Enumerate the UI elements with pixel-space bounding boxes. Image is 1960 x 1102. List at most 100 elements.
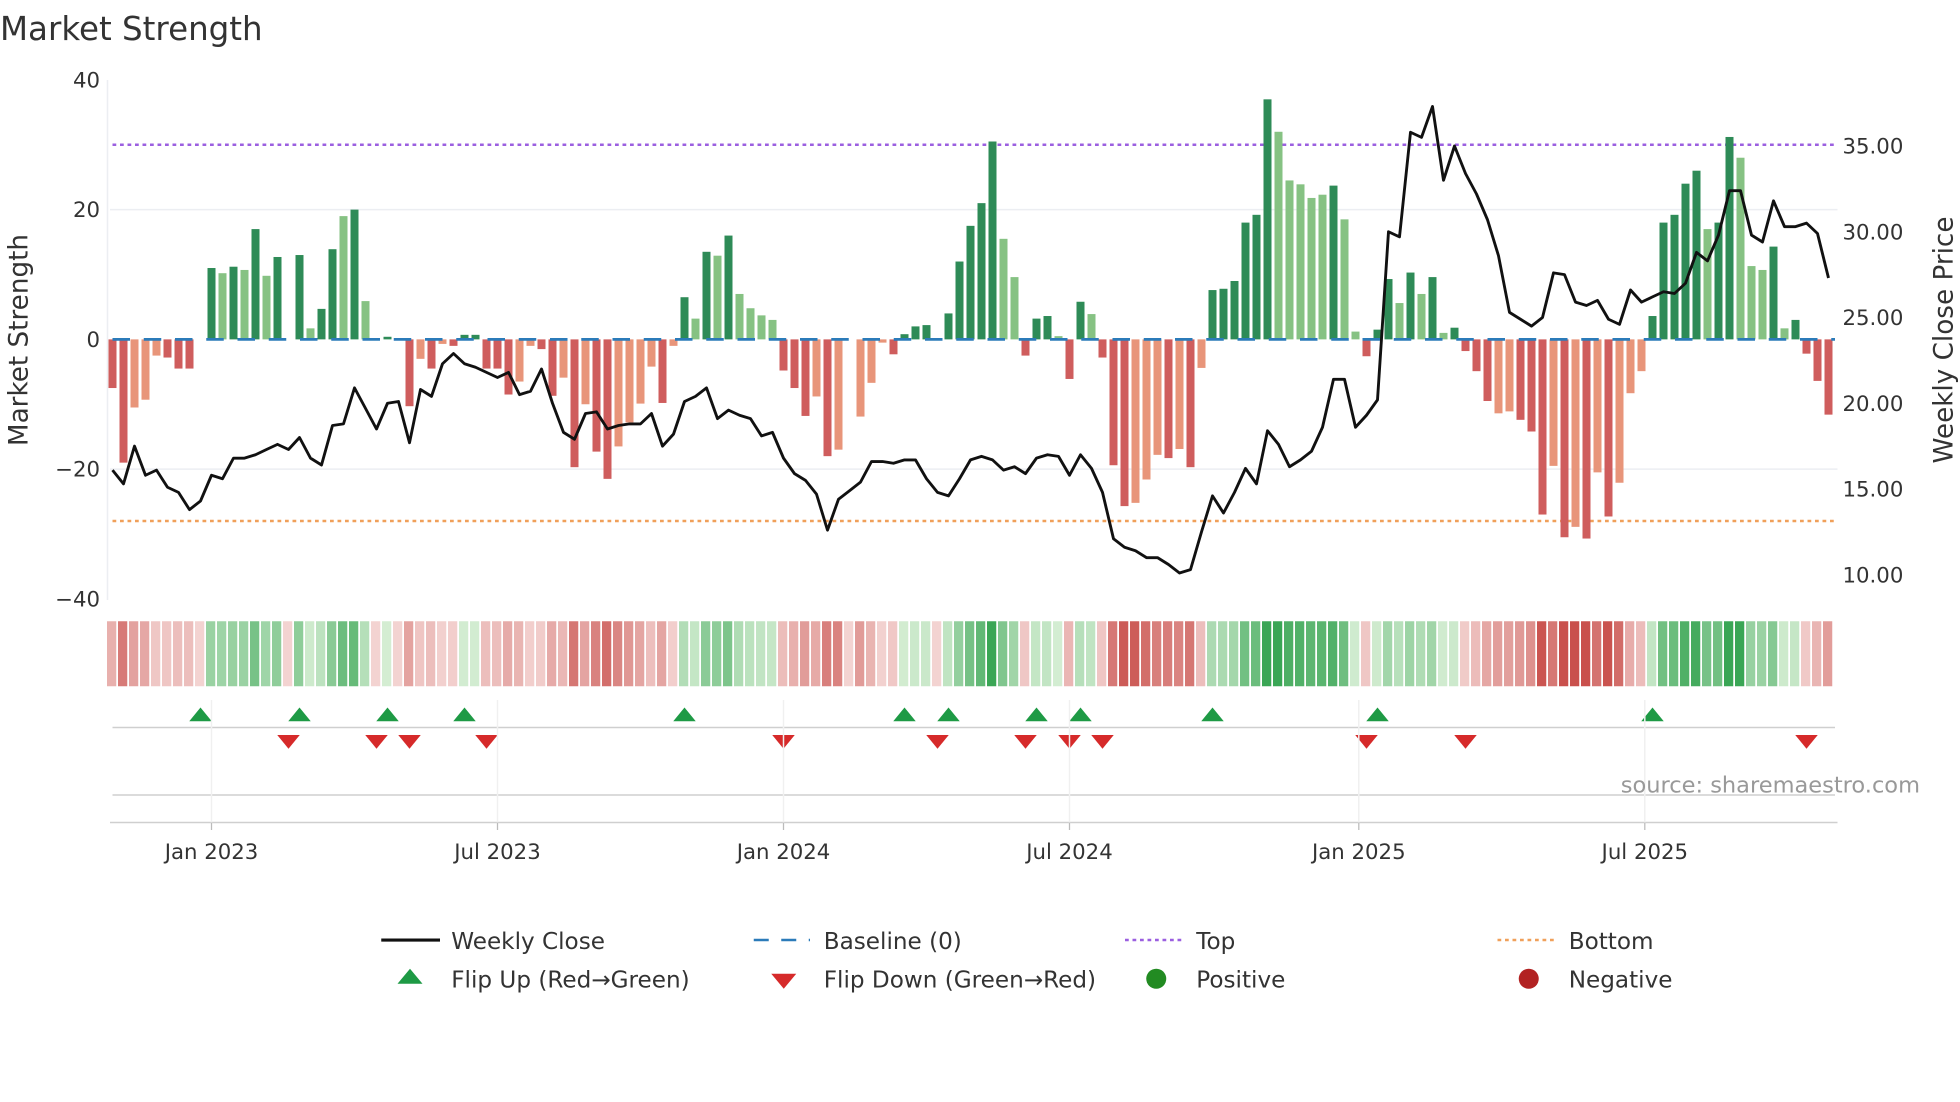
strength-bar — [251, 229, 260, 340]
strength-bar — [911, 326, 920, 340]
strength-bar — [922, 325, 931, 340]
heatmap-cell — [1691, 621, 1701, 687]
heatmap-cell — [624, 621, 634, 687]
x-axis: Jan 2023 Jul 2023 Jan 2024 Jul 2024 Jan 2025… — [110, 700, 1838, 865]
heatmap-cell — [151, 621, 161, 687]
heatmap-cell — [1086, 621, 1096, 687]
strength-bar — [988, 141, 997, 340]
heatmap-cell — [1592, 621, 1602, 687]
heatmap-cell — [1702, 621, 1712, 687]
strength-bar — [515, 339, 524, 382]
heatmap-cell — [866, 621, 876, 687]
heatmap-cell — [349, 621, 359, 687]
strength-bar — [141, 339, 150, 400]
strength-bar — [1538, 339, 1547, 515]
heatmap-cell — [1031, 621, 1041, 687]
heatmap-cell — [1603, 621, 1613, 687]
strength-bar — [1241, 222, 1250, 340]
flip-down-marker — [398, 735, 421, 749]
y2-tick-label: 20.00 — [1843, 392, 1904, 417]
strength-bar — [1626, 339, 1635, 394]
heatmap-cell — [657, 621, 667, 687]
strength-bar — [1582, 339, 1591, 539]
strength-bar — [1571, 339, 1580, 527]
strength-bar — [867, 339, 876, 383]
heatmap-cell — [1559, 621, 1569, 687]
heatmap-cell — [1361, 621, 1371, 687]
heatmap-cell — [646, 621, 656, 687]
heatmap-cell — [1097, 621, 1107, 687]
heatmap-cell — [965, 621, 975, 687]
strength-bar — [1186, 339, 1195, 468]
strength-bar — [416, 339, 425, 359]
flip-down-marker — [365, 735, 388, 749]
strength-bar — [1406, 272, 1415, 340]
heatmap-cell — [239, 621, 249, 687]
heatmap-cell — [1174, 621, 1184, 687]
strength-bar — [361, 301, 370, 340]
strength-bar — [1065, 339, 1074, 379]
legend-weekly-close-label: Weekly Close — [451, 929, 605, 955]
strength-bar — [779, 339, 788, 371]
heatmap-cell — [767, 621, 777, 687]
strength-bar — [1824, 339, 1833, 415]
strength-bar — [966, 225, 975, 340]
strength-bar — [1307, 197, 1316, 340]
strength-bar — [339, 216, 348, 340]
flip-down-marker — [926, 735, 949, 749]
strength-bar — [328, 249, 337, 340]
flip-up-marker — [893, 707, 916, 722]
strength-bar — [647, 339, 656, 367]
flip-up-marker — [1025, 707, 1048, 722]
heatmap-cell — [437, 621, 447, 687]
strength-bar — [240, 269, 249, 340]
strength-bar — [185, 339, 194, 369]
heatmap-cell — [217, 621, 227, 687]
x-tick-label: Jul 2025 — [1600, 840, 1688, 865]
strength-bar — [1197, 339, 1206, 368]
strength-bar — [1472, 339, 1481, 372]
heatmap-cell — [1746, 621, 1756, 687]
strength-bar — [1131, 339, 1140, 503]
strength-bar — [1043, 316, 1052, 340]
heatmap-cell — [305, 621, 315, 687]
legend-bottom-label: Bottom — [1569, 929, 1654, 955]
heatmap-cell — [1812, 621, 1822, 687]
heatmap-cell — [536, 621, 546, 687]
flip-up-marker — [288, 707, 311, 722]
strength-bar — [1813, 339, 1822, 381]
flip-up-marker — [376, 707, 399, 722]
heatmap-cell — [107, 621, 117, 687]
source-credit: source: sharemaestro.com — [1621, 773, 1920, 799]
heatmap-cell — [789, 621, 799, 687]
y-tick-label: −20 — [55, 458, 100, 483]
heatmap-cell — [1471, 621, 1481, 687]
strength-bar — [482, 339, 491, 369]
flip-down-marker — [1454, 735, 1477, 749]
strength-bar — [1758, 269, 1767, 340]
strength-bars — [108, 99, 1833, 539]
strength-bar — [823, 339, 832, 457]
heatmap-cell — [1141, 621, 1151, 687]
strength-bar — [603, 339, 612, 479]
strength-bar — [1219, 288, 1228, 340]
strength-bar — [812, 339, 821, 397]
strength-bar — [790, 339, 799, 389]
strength-bar — [1395, 303, 1404, 340]
heatmap-cell — [470, 621, 480, 687]
heatmap-cell — [910, 621, 920, 687]
heatmap-cell — [811, 621, 821, 687]
flip-down-marker — [1091, 735, 1114, 749]
legend-baseline-label: Baseline (0) — [824, 929, 962, 955]
strength-bar — [1769, 246, 1778, 340]
heatmap-cell — [1251, 621, 1261, 687]
strength-bar — [944, 313, 953, 340]
heatmap-cell — [1570, 621, 1580, 687]
strength-bar — [746, 308, 755, 340]
flip-up-marker — [1366, 707, 1389, 722]
heatmap-cell — [525, 621, 535, 687]
heatmap-cell — [1119, 621, 1129, 687]
strength-bar — [977, 203, 986, 340]
heatmap-cell — [162, 621, 172, 687]
heatmap-cell — [635, 621, 645, 687]
